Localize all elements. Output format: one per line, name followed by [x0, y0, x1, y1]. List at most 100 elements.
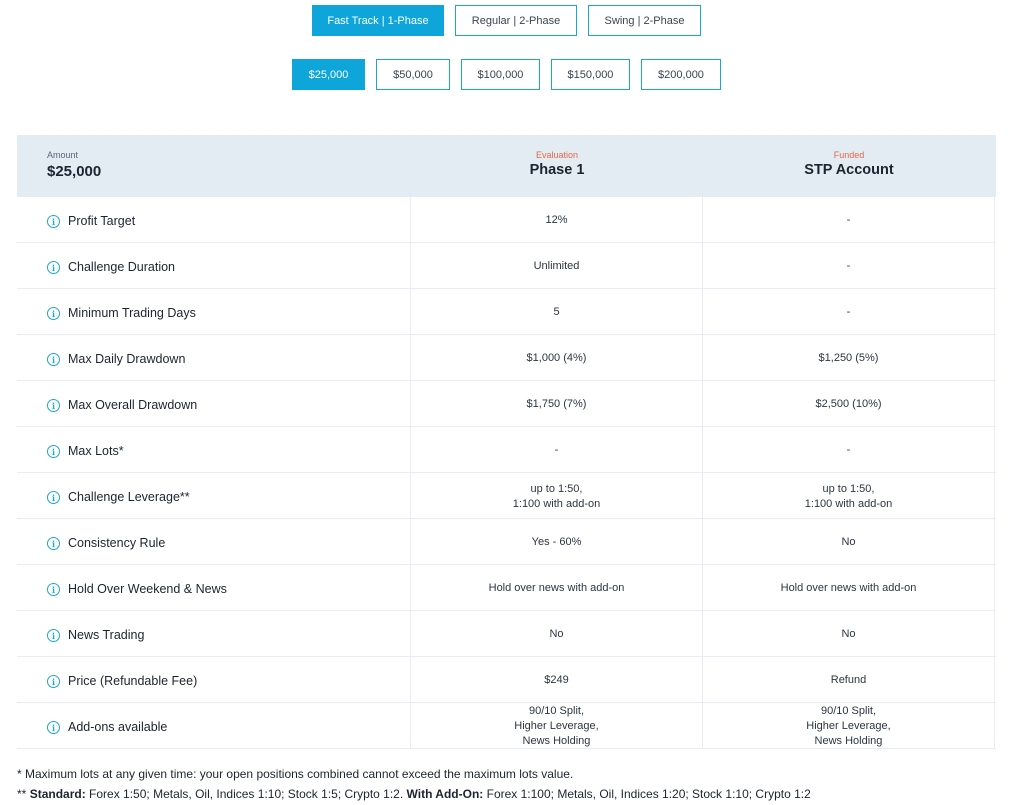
row-label: Max Lots*	[68, 444, 124, 458]
table-row: i Max Overall Drawdown $1,750 (7%) $2,500 (…	[17, 381, 996, 427]
row-label-cell: i Consistency Rule	[17, 519, 411, 564]
info-icon[interactable]: i	[47, 307, 60, 320]
table-row: i Hold Over Weekend & News Hold over news …	[17, 565, 996, 611]
row-label: Consistency Rule	[68, 536, 166, 550]
row-label-cell: i News Trading	[17, 611, 411, 656]
stp-value: No	[703, 611, 995, 656]
phase1-title: Phase 1	[529, 162, 585, 178]
footnote-max-lots: * Maximum lots at any given time: your o…	[17, 767, 574, 781]
info-icon[interactable]: i	[47, 583, 60, 596]
info-icon[interactable]: i	[47, 491, 60, 504]
phase1-value: Hold over news with add-on	[411, 565, 703, 610]
phase1-value: $249	[411, 657, 703, 702]
header-stp: Funded STP Account	[703, 150, 995, 178]
info-icon[interactable]: i	[47, 675, 60, 688]
row-label: Price (Refundable Fee)	[68, 674, 198, 688]
stp-value: Hold over news with add-on	[703, 565, 995, 610]
row-label: Challenge Leverage**	[68, 490, 190, 504]
row-label: Max Overall Drawdown	[68, 398, 198, 412]
info-icon[interactable]: i	[47, 721, 60, 734]
row-label: Add-ons available	[68, 720, 168, 734]
standard-label: Standard:	[29, 787, 86, 801]
amount-tabs: $25,000 $50,000 $100,000 $150,000 $200,0…	[0, 59, 1013, 90]
stp-value: $2,500 (10%)	[703, 381, 995, 426]
stp-value: No	[703, 519, 995, 564]
row-label: Minimum Trading Days	[68, 306, 196, 320]
tab-fast-track[interactable]: Fast Track | 1-Phase	[312, 5, 444, 36]
row-label: Challenge Duration	[68, 260, 176, 274]
row-label-cell: i Challenge Leverage**	[17, 473, 411, 518]
addon-label: With Add-On:	[406, 787, 484, 801]
amount-caption: Amount	[47, 150, 79, 160]
footnote-leverage: ** Standard: Forex 1:50; Metals, Oil, In…	[17, 784, 811, 804]
amount-50000-button[interactable]: $50,000	[376, 59, 450, 90]
row-label-cell: i Profit Target	[17, 197, 411, 242]
row-label-cell: i Max Overall Drawdown	[17, 381, 411, 426]
info-icon[interactable]: i	[47, 537, 60, 550]
row-label: Max Daily Drawdown	[68, 352, 186, 366]
comparison-table: Amount $25,000 Evaluation Phase 1 Funded…	[17, 135, 996, 749]
phase1-value: 90/10 Split, Higher Leverage, News Holdi…	[411, 703, 703, 748]
phase1-value: up to 1:50, 1:100 with add-on	[411, 473, 703, 518]
stp-value: Refund	[703, 657, 995, 702]
table-row: i Consistency Rule Yes - 60% No	[17, 519, 996, 565]
info-icon[interactable]: i	[47, 399, 60, 412]
program-tabs: Fast Track | 1-Phase Regular | 2-Phase S…	[0, 5, 1013, 36]
tab-swing[interactable]: Swing | 2-Phase	[588, 5, 701, 36]
row-label-cell: i Price (Refundable Fee)	[17, 657, 411, 702]
stp-value: up to 1:50, 1:100 with add-on	[703, 473, 995, 518]
phase1-value: -	[411, 427, 703, 472]
table-row: i Minimum Trading Days 5-	[17, 289, 996, 335]
table-row: i Profit Target 12% -	[17, 197, 996, 243]
header-phase1: Evaluation Phase 1	[411, 150, 703, 178]
phase1-caption: Evaluation	[535, 150, 579, 160]
standard-text: Forex 1:50; Metals, Oil, Indices 1:10; S…	[85, 787, 407, 801]
stp-value: -	[703, 243, 995, 288]
table-header: Amount $25,000 Evaluation Phase 1 Funded…	[17, 135, 996, 197]
stp-title: STP Account	[804, 162, 894, 178]
row-label: Profit Target	[68, 214, 136, 228]
info-icon[interactable]: i	[47, 261, 60, 274]
info-icon[interactable]: i	[47, 445, 60, 458]
amount-25000-button[interactable]: $25,000	[292, 59, 365, 90]
amount-200000-button[interactable]: $200,000	[641, 59, 721, 90]
footnotes: * Maximum lots at any given time: your o…	[17, 764, 811, 804]
footnote-prefix: **	[17, 787, 30, 801]
table-row: i Add-ons available 90/10 Split, Higher Le…	[17, 703, 996, 749]
phase1-value: $1,750 (7%)	[411, 381, 703, 426]
row-label-cell: i Add-ons available	[17, 703, 411, 748]
addon-text: Forex 1:100; Metals, Oil, Indices 1:20; …	[483, 787, 811, 801]
row-label-cell: i Max Lots*	[17, 427, 411, 472]
row-label-cell: i Hold Over Weekend & News	[17, 565, 411, 610]
row-label-cell: i Challenge Duration	[17, 243, 411, 288]
stp-caption: Funded	[833, 150, 865, 160]
row-label-cell: i Max Daily Drawdown	[17, 335, 411, 380]
stp-value: -	[703, 427, 995, 472]
info-icon[interactable]: i	[47, 629, 60, 642]
table-row: i Challenge Duration Unlimited -	[17, 243, 996, 289]
table-body: i Profit Target 12% - i Challenge Duration Unl…	[17, 197, 996, 749]
table-row: i Max Lots* - -	[17, 427, 996, 473]
row-label: News Trading	[68, 628, 145, 642]
stp-value: 90/10 Split, Higher Leverage, News Holdi…	[703, 703, 995, 748]
row-label: Hold Over Weekend & News	[68, 582, 227, 596]
phase1-value: Unlimited	[411, 243, 703, 288]
tab-regular[interactable]: Regular | 2-Phase	[455, 5, 577, 36]
phase1-value: No	[411, 611, 703, 656]
info-icon[interactable]: i	[47, 215, 60, 228]
amount-value: $25,000	[47, 163, 102, 180]
row-label-cell: i Minimum Trading Days	[17, 289, 411, 334]
stp-value: $1,250 (5%)	[703, 335, 995, 380]
phase1-value: Yes - 60%	[411, 519, 703, 564]
phase1-value: 12%	[411, 197, 703, 242]
table-row: i Price (Refundable Fee) $249 Refund	[17, 657, 996, 703]
info-icon[interactable]: i	[47, 353, 60, 366]
amount-150000-button[interactable]: $150,000	[551, 59, 630, 90]
stp-value: -	[703, 197, 995, 242]
phase1-value: $1,000 (4%)	[411, 335, 703, 380]
header-amount: Amount $25,000	[47, 150, 101, 180]
table-row: i Max Daily Drawdown $1,000 (4%) $1,250 (5%…	[17, 335, 996, 381]
table-row: i News Trading No No	[17, 611, 996, 657]
amount-100000-button[interactable]: $100,000	[461, 59, 540, 90]
stp-value: -	[703, 289, 995, 334]
